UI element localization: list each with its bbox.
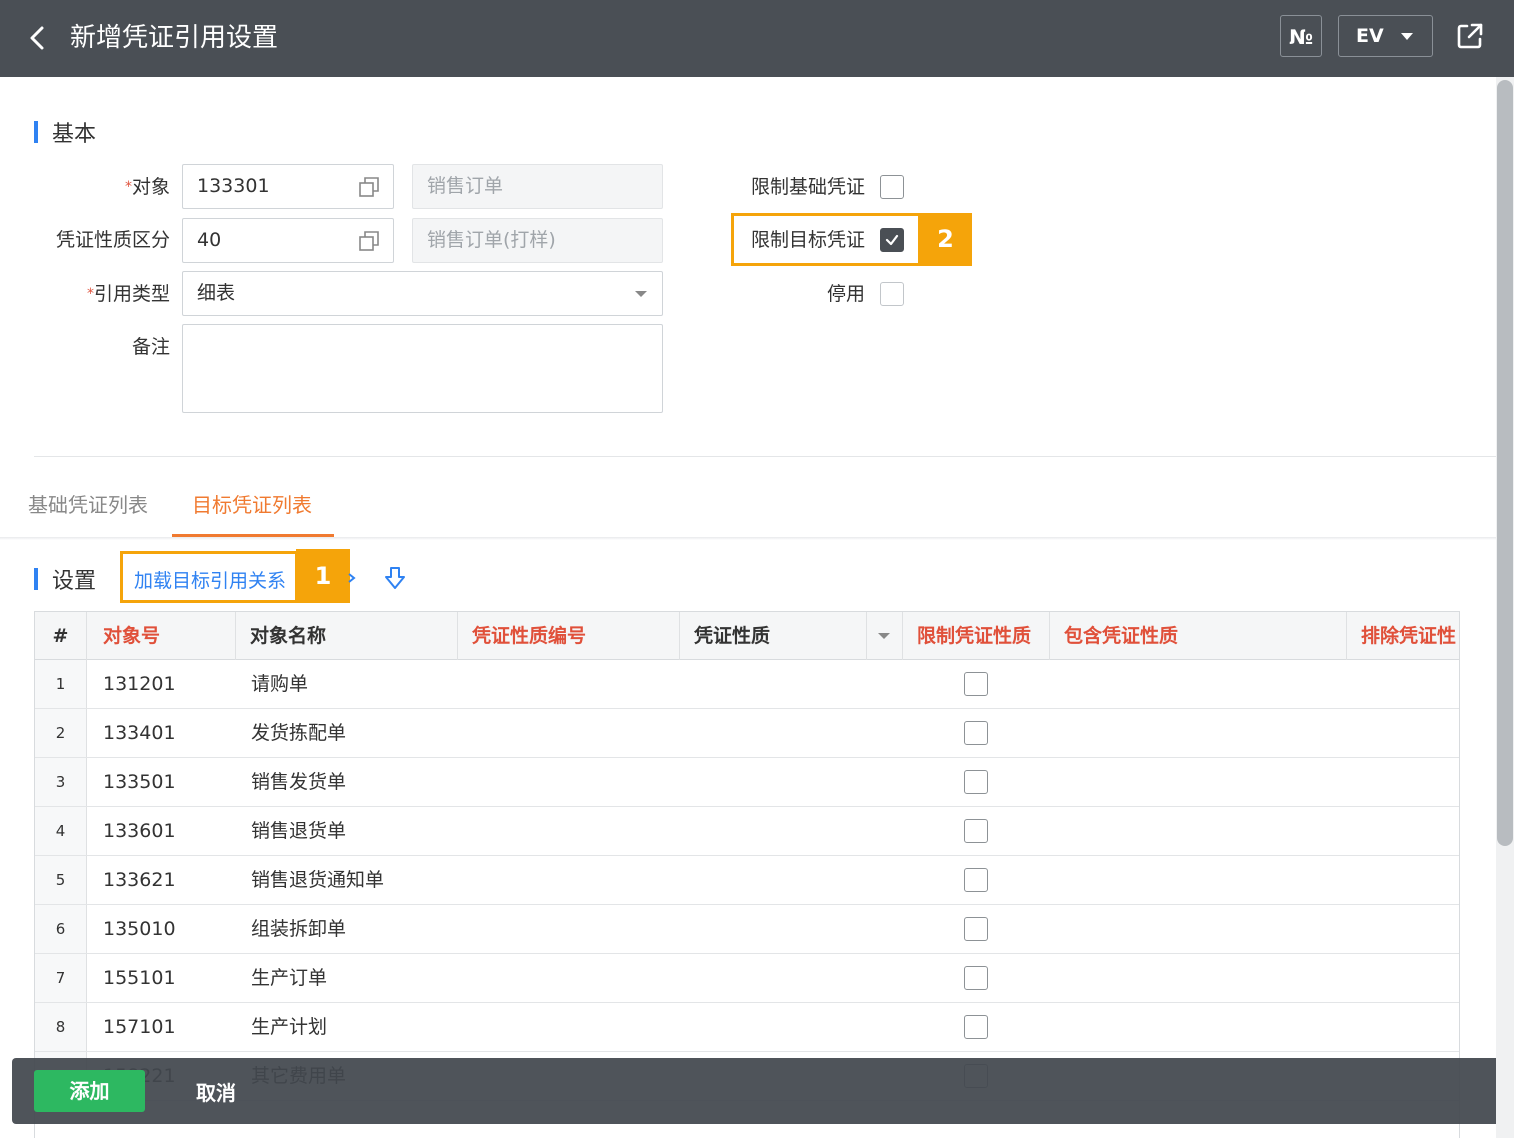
limit-nature-checkbox[interactable] xyxy=(964,917,988,941)
table-row[interactable]: 4 133601 销售退货单 xyxy=(35,807,1459,856)
tab-base-voucher-list[interactable]: 基础凭证列表 xyxy=(28,490,148,520)
column-header-exclude-nature[interactable]: 排除凭证性 xyxy=(1347,612,1459,660)
object-name-cell: 销售退货通知单 xyxy=(251,869,385,891)
column-header-object-name[interactable]: 对象名称 xyxy=(236,612,458,660)
object-name-cell: 组装拆卸单 xyxy=(251,918,347,940)
row-index: 2 xyxy=(35,709,87,757)
object-name-cell: 请购单 xyxy=(251,673,309,695)
export-icon[interactable] xyxy=(1452,18,1488,54)
object-no-cell: 133501 xyxy=(103,771,176,793)
object-input[interactable]: 133301 xyxy=(182,164,394,209)
column-header-index: # xyxy=(35,612,87,660)
arrow-down-icon[interactable] xyxy=(382,565,408,591)
row-index: 5 xyxy=(35,856,87,904)
chevron-down-icon xyxy=(1401,33,1413,40)
object-no-cell: 133601 xyxy=(103,820,176,842)
object-no-cell: 131201 xyxy=(103,673,176,695)
limit-base-label: 限制基础凭证 xyxy=(750,176,865,198)
disabled-label: 停用 xyxy=(826,283,865,305)
add-button[interactable]: 添加 xyxy=(34,1070,145,1112)
table-row[interactable]: 7 155101 生产订单 xyxy=(35,954,1459,1003)
table-row[interactable]: 2 133401 发货拣配单 xyxy=(35,709,1459,758)
column-header-nature[interactable]: 凭证性质 xyxy=(680,612,867,660)
remark-label: 备注 xyxy=(131,336,170,358)
back-arrow-icon[interactable] xyxy=(22,20,58,56)
object-name-cell: 销售发货单 xyxy=(251,771,347,793)
object-label: *对象 xyxy=(124,176,170,198)
language-dropdown[interactable]: EV xyxy=(1338,15,1433,57)
top-bar: 新增凭证引用设置 № EV xyxy=(0,0,1514,77)
object-name-field: 销售订单 xyxy=(412,164,663,209)
row-index: 1 xyxy=(35,660,87,708)
language-label: EV xyxy=(1356,25,1384,47)
cancel-button[interactable]: 取消 xyxy=(196,1077,236,1106)
callout-highlight-1 xyxy=(120,551,298,603)
limit-base-checkbox[interactable] xyxy=(880,175,904,199)
chevron-down-icon xyxy=(878,633,890,639)
limit-nature-checkbox[interactable] xyxy=(964,868,988,892)
limit-nature-checkbox[interactable] xyxy=(964,770,988,794)
row-index: 4 xyxy=(35,807,87,855)
callout-highlight-2 xyxy=(731,213,921,266)
column-header-include-nature[interactable]: 包含凭证性质 xyxy=(1050,612,1347,660)
nature-name-field: 销售订单(打样) xyxy=(412,218,663,263)
disabled-checkbox[interactable] xyxy=(880,282,904,306)
chevron-down-icon xyxy=(635,291,647,297)
object-no-cell: 155101 xyxy=(103,967,176,989)
object-name-cell: 销售退货单 xyxy=(251,820,347,842)
object-no-cell: 135010 xyxy=(103,918,176,940)
copy-icon[interactable] xyxy=(357,175,381,199)
tabs-shadow xyxy=(0,537,1496,540)
copy-icon[interactable] xyxy=(357,229,381,253)
row-index: 6 xyxy=(35,905,87,953)
object-name-cell: 发货拣配单 xyxy=(251,722,347,744)
number-button[interactable]: № xyxy=(1280,15,1322,57)
nature-label: 凭证性质区分 xyxy=(55,229,170,251)
object-no-cell: 133401 xyxy=(103,722,176,744)
object-name-cell: 生产计划 xyxy=(251,1016,328,1038)
table-row[interactable]: 6 135010 组装拆卸单 xyxy=(35,905,1459,954)
row-index: 3 xyxy=(35,758,87,806)
bottom-action-bar: 添加 取消 xyxy=(12,1058,1500,1124)
table-row[interactable]: 5 133621 销售退货通知单 xyxy=(35,856,1459,905)
scrollbar-thumb[interactable] xyxy=(1497,80,1513,846)
column-header-nature-no[interactable]: 凭证性质编号 xyxy=(458,612,680,660)
grid-header: # 对象号 对象名称 凭证性质编号 凭证性质 限制凭证性质 包含凭证性质 排除凭… xyxy=(35,611,1459,660)
column-header-object-no[interactable]: 对象号 xyxy=(87,612,236,660)
remark-textarea[interactable] xyxy=(182,324,663,413)
object-no-cell: 133621 xyxy=(103,869,176,891)
limit-nature-checkbox[interactable] xyxy=(964,721,988,745)
callout-number-2: 2 xyxy=(919,213,972,266)
limit-nature-checkbox[interactable] xyxy=(964,1015,988,1039)
section-title-basic: 基本 xyxy=(34,116,96,148)
callout-number-1: 1 xyxy=(296,549,350,603)
page-title: 新增凭证引用设置 xyxy=(70,23,279,53)
row-index: 7 xyxy=(35,954,87,1002)
nature-input[interactable]: 40 xyxy=(182,218,394,263)
ref-type-select[interactable]: 细表 xyxy=(182,271,663,316)
limit-nature-checkbox[interactable] xyxy=(964,672,988,696)
object-no-cell: 157101 xyxy=(103,1016,176,1038)
section-divider xyxy=(34,456,1496,457)
table-row[interactable]: 1 131201 请购单 xyxy=(35,660,1459,709)
tab-target-voucher-list[interactable]: 目标凭证列表 xyxy=(192,490,312,520)
column-header-limit-nature[interactable]: 限制凭证性质 xyxy=(903,612,1050,660)
table-row[interactable]: 3 133501 销售发货单 xyxy=(35,758,1459,807)
object-name-cell: 生产订单 xyxy=(251,967,328,989)
limit-nature-checkbox[interactable] xyxy=(964,966,988,990)
row-index: 8 xyxy=(35,1003,87,1051)
limit-nature-checkbox[interactable] xyxy=(964,819,988,843)
ref-type-label: *引用类型 xyxy=(86,283,170,305)
table-row[interactable]: 8 157101 生产计划 xyxy=(35,1003,1459,1052)
chevron-right-icon[interactable] xyxy=(346,571,358,585)
column-filter-dropdown[interactable] xyxy=(867,612,903,660)
section-title-settings: 设置 xyxy=(34,563,96,595)
